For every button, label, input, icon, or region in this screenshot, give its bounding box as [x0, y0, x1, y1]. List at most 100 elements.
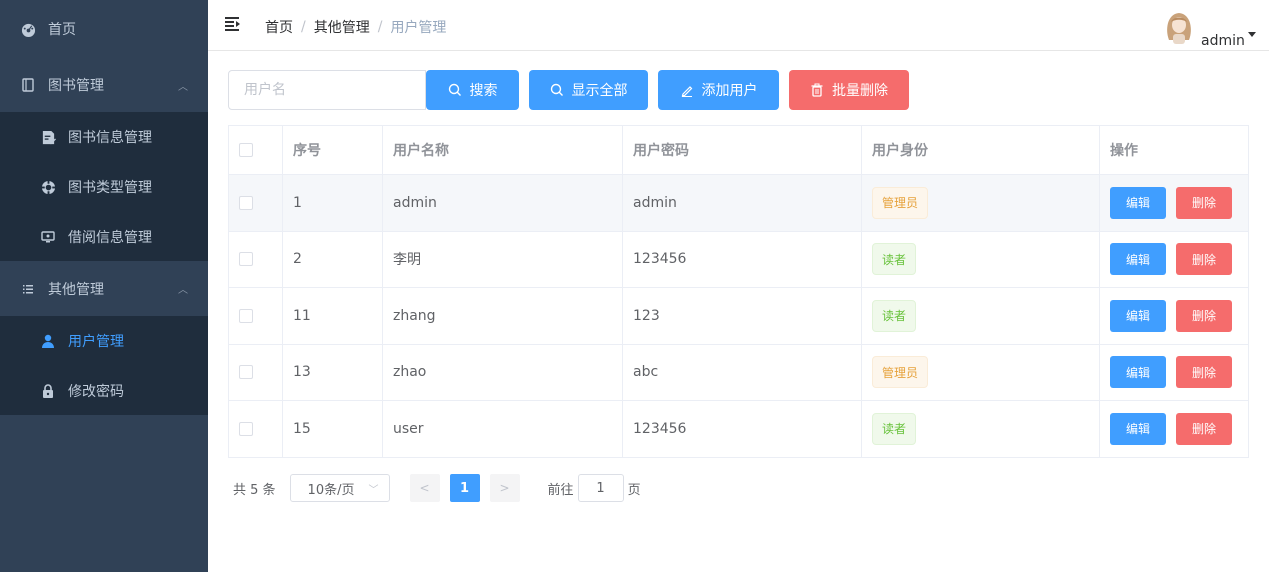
cell-name: zhao: [383, 344, 623, 400]
delete-button[interactable]: 删除: [1176, 243, 1232, 276]
caret-down-icon[interactable]: [1248, 32, 1256, 37]
lifebuoy-icon: [40, 179, 56, 195]
table-row[interactable]: 11 zhang 123 读者 编辑 删除: [229, 288, 1248, 345]
page-size-value: 10条/页: [307, 482, 355, 498]
pagination-total: 共 5 条: [233, 482, 276, 498]
cell-id: 2: [283, 231, 383, 287]
cell-name: zhang: [383, 288, 623, 344]
show-all-button[interactable]: 显示全部: [529, 70, 648, 110]
goto-label: 前往: [547, 482, 574, 498]
username[interactable]: admin: [1201, 33, 1245, 49]
edit-button[interactable]: 编辑: [1110, 243, 1166, 276]
delete-button[interactable]: 删除: [1176, 186, 1232, 219]
cell-password: 123456: [623, 231, 862, 287]
breadcrumb-item-home[interactable]: 首页: [265, 17, 293, 37]
role-tag: 读者: [872, 243, 917, 276]
delete-button[interactable]: 删除: [1176, 299, 1232, 332]
breadcrumb-item-other[interactable]: 其他管理: [314, 17, 370, 37]
chevron-up-icon: ︿: [178, 285, 188, 296]
cell-id: 1: [283, 175, 383, 231]
book-icon: [20, 77, 36, 93]
role-tag: 读者: [872, 299, 917, 332]
role-tag: 读者: [872, 412, 917, 445]
sidebar-item-user-management[interactable]: 用户管理: [0, 316, 208, 366]
user-table: 序号 用户名称 用户密码 用户身份 操作 1 admin admin 管理员 编…: [228, 125, 1249, 458]
row-checkbox[interactable]: [239, 365, 253, 380]
document-edit-icon: [40, 129, 56, 145]
edit-button[interactable]: 编辑: [1110, 356, 1166, 389]
sidebar-item-label: 首页: [48, 22, 76, 38]
trash-icon: [811, 83, 823, 97]
lock-icon: [40, 383, 56, 399]
select-all-checkbox[interactable]: [239, 143, 253, 157]
role-tag: 管理员: [872, 356, 929, 389]
breadcrumb: 首页 / 其他管理 / 用户管理: [265, 17, 447, 37]
sidebar-item-label: 用户管理: [68, 334, 124, 350]
search-icon: [448, 83, 461, 96]
user-icon: [40, 333, 56, 349]
search-button-label: 搜索: [469, 82, 498, 98]
edit-button[interactable]: 编辑: [1110, 186, 1166, 219]
hamburger-icon[interactable]: [225, 16, 241, 32]
table-row[interactable]: 2 李明 123456 读者 编辑 删除: [229, 231, 1248, 288]
search-input[interactable]: [228, 70, 426, 110]
cell-password: admin: [623, 175, 862, 231]
breadcrumb-item-current: 用户管理: [390, 20, 447, 36]
edit-button[interactable]: 编辑: [1110, 299, 1166, 332]
sidebar-item-home[interactable]: 首页: [0, 0, 208, 58]
cell-password: abc: [623, 344, 862, 400]
dashboard-icon: [20, 21, 36, 37]
row-checkbox[interactable]: [239, 421, 253, 436]
edit-button[interactable]: 编辑: [1110, 412, 1166, 445]
next-page-button[interactable]: >: [489, 474, 520, 502]
batch-delete-button-label: 批量删除: [832, 82, 888, 98]
cell-name: admin: [383, 175, 623, 231]
page-suffix: 页: [627, 482, 641, 498]
avatar[interactable]: [1163, 10, 1195, 46]
chevron-up-icon: ︿: [178, 81, 188, 93]
sidebar-item-book-info[interactable]: 图书信息管理: [0, 112, 208, 162]
sidebar-item-book-type[interactable]: 图书类型管理: [0, 162, 208, 212]
table-row[interactable]: 13 zhao abc 管理员 编辑 删除: [229, 344, 1248, 401]
page-size-select[interactable]: 10条/页 ﹀: [289, 474, 390, 502]
sidebar-item-label: 借阅信息管理: [68, 229, 152, 246]
monitor-icon: [40, 229, 56, 245]
search-button[interactable]: 搜索: [426, 70, 519, 110]
column-header-password: 用户密码: [623, 126, 862, 174]
list-icon: [20, 281, 36, 297]
batch-delete-button[interactable]: 批量删除: [789, 70, 909, 110]
column-header-actions: 操作: [1110, 143, 1138, 159]
sidebar-item-borrow-info[interactable]: 借阅信息管理: [0, 212, 208, 261]
sidebar-item-book-management[interactable]: 图书管理 ︿: [0, 58, 208, 112]
goto-page-input[interactable]: [577, 474, 624, 502]
cell-id: 13: [283, 344, 383, 400]
sidebar: 首页 图书管理 ︿ 图书信息管理 图书类型管理 借阅信息管理 其他管理 ︿ 用户…: [0, 0, 208, 572]
edit-pen-icon: [681, 86, 692, 97]
row-checkbox[interactable]: [239, 252, 253, 267]
pagination: 共 5 条 10条/页 ﹀ < 1 > 前往 页: [233, 473, 641, 503]
cell-id: 11: [283, 288, 383, 344]
search-icon: [550, 83, 563, 96]
prev-page-button[interactable]: <: [409, 474, 440, 502]
cell-password: 123456: [623, 401, 862, 457]
cell-id: 15: [283, 401, 383, 457]
chevron-right-icon: >: [499, 481, 510, 495]
cell-password: 123: [623, 288, 862, 344]
row-checkbox[interactable]: [239, 195, 253, 210]
delete-button[interactable]: 删除: [1176, 412, 1232, 445]
page-number-current[interactable]: 1: [449, 474, 480, 502]
add-user-button[interactable]: 添加用户: [658, 70, 779, 110]
top-navbar: 首页 / 其他管理 / 用户管理 admin: [208, 0, 1269, 51]
delete-button[interactable]: 删除: [1176, 356, 1232, 389]
show-all-button-label: 显示全部: [571, 82, 628, 98]
table-row[interactable]: 15 user 123456 读者 编辑 删除: [229, 401, 1248, 458]
sidebar-item-change-password[interactable]: 修改密码: [0, 366, 208, 415]
role-tag: 管理员: [872, 186, 929, 219]
table-header-row: 序号 用户名称 用户密码 用户身份 操作: [229, 126, 1248, 175]
cell-name: user: [383, 401, 623, 457]
sidebar-item-other-management[interactable]: 其他管理 ︿: [0, 261, 208, 316]
row-checkbox[interactable]: [239, 308, 253, 323]
cell-name: 李明: [383, 231, 623, 287]
sidebar-item-label: 图书信息管理: [68, 130, 152, 146]
table-row[interactable]: 1 admin admin 管理员 编辑 删除: [229, 175, 1248, 232]
